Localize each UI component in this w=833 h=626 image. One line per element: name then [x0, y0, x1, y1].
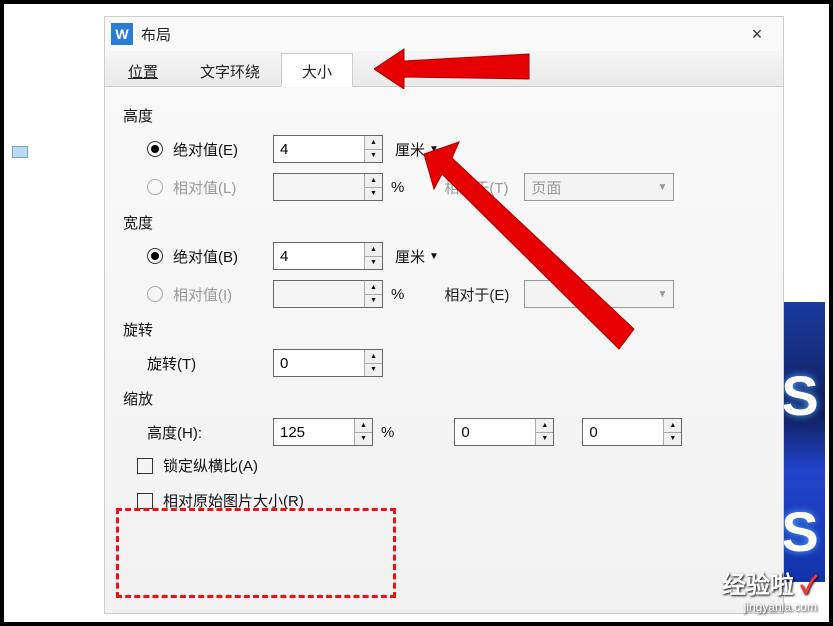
spin-up-icon[interactable]: ▲ — [536, 419, 553, 433]
spin-down-icon[interactable]: ▼ — [365, 150, 382, 163]
tab-text-wrap[interactable]: 文字环绕 — [179, 53, 281, 86]
width-absolute-row: 绝对值(B) ▲▼ 厘米 ▼ — [123, 241, 765, 271]
dialog-title: 布局 — [141, 24, 171, 45]
spin-up-icon[interactable]: ▲ — [365, 350, 382, 364]
rotate-group-label: 旋转 — [123, 319, 765, 340]
spin-up-icon[interactable]: ▲ — [365, 281, 382, 295]
height-relative-spinner[interactable]: ▲▼ — [273, 173, 383, 201]
height-absolute-label: 绝对值(E) — [173, 139, 273, 160]
tab-bar: 位置 文字环绕 大小 — [105, 51, 783, 87]
width-relative-input — [274, 281, 364, 307]
spin-up-icon[interactable]: ▲ — [355, 419, 372, 433]
scale-field2-spinner[interactable]: ▲▼ — [454, 418, 554, 446]
spin-down-icon[interactable]: ▼ — [365, 257, 382, 270]
height-relativeto-value: 页面 — [531, 177, 561, 198]
spin-down-icon[interactable]: ▼ — [365, 364, 382, 377]
height-unit-dropdown[interactable]: 厘米 ▼ — [391, 137, 443, 162]
spin-up-icon[interactable]: ▲ — [365, 243, 382, 257]
spin-down-icon[interactable]: ▼ — [365, 188, 382, 201]
spin-up-icon[interactable]: ▲ — [365, 136, 382, 150]
lock-aspect-label: 锁定纵横比(A) — [163, 455, 258, 476]
watermark: 经验啦 ✓ jingyanla.com — [722, 565, 817, 614]
scale-field3-input[interactable] — [583, 419, 663, 445]
width-relative-unit: % — [391, 286, 404, 303]
scale-height-unit: % — [381, 424, 394, 441]
spin-up-icon[interactable]: ▲ — [365, 174, 382, 188]
watermark-text: 经验啦 ✓ — [722, 565, 817, 600]
width-absolute-spinner[interactable]: ▲▼ — [273, 242, 383, 270]
height-relativeto-label: 相对于(T) — [444, 177, 524, 198]
width-relativeto-label: 相对于(E) — [444, 284, 524, 305]
relative-original-checkbox[interactable] — [137, 493, 153, 509]
tab-position[interactable]: 位置 — [107, 53, 179, 86]
lock-aspect-checkbox[interactable] — [137, 458, 153, 474]
height-relativeto-combo[interactable]: 页面 ▼ — [524, 173, 674, 201]
width-group-label: 宽度 — [123, 212, 765, 233]
spin-down-icon[interactable]: ▼ — [365, 295, 382, 308]
width-absolute-radio[interactable] — [147, 248, 163, 264]
scale-group-label: 缩放 — [123, 388, 765, 409]
width-absolute-input[interactable] — [274, 243, 364, 269]
width-relative-spinner[interactable]: ▲▼ — [273, 280, 383, 308]
titlebar: W 布局 × — [105, 17, 783, 51]
scale-field3-spinner[interactable]: ▲▼ — [582, 418, 682, 446]
width-relative-row: 相对值(I) ▲▼ % 相对于(E) ▼ — [123, 279, 765, 309]
caret-down-icon: ▼ — [429, 144, 439, 155]
dialog-content: 高度 绝对值(E) ▲▼ 厘米 ▼ 相对值(L) ▲▼ % 相对于(T) 页面 — [105, 87, 783, 511]
caret-down-icon: ▼ — [657, 182, 667, 193]
close-button[interactable]: × — [737, 17, 777, 51]
height-group-label: 高度 — [123, 105, 765, 126]
background-page-icon — [12, 146, 28, 158]
layout-dialog: W 布局 × 位置 文字环绕 大小 高度 绝对值(E) ▲▼ 厘米 ▼ 相对值(… — [104, 16, 784, 614]
caret-down-icon: ▼ — [657, 289, 667, 300]
scale-field2-input[interactable] — [455, 419, 535, 445]
width-relative-label: 相对值(I) — [173, 284, 273, 305]
height-absolute-spinner[interactable]: ▲▼ — [273, 135, 383, 163]
rotate-field-label: 旋转(T) — [147, 353, 273, 374]
width-absolute-label: 绝对值(B) — [173, 246, 273, 267]
height-relative-unit: % — [391, 179, 404, 196]
width-unit-dropdown[interactable]: 厘米 ▼ — [391, 244, 443, 269]
caret-down-icon: ▼ — [429, 251, 439, 262]
height-absolute-input[interactable] — [274, 136, 364, 162]
rotate-input[interactable] — [274, 350, 364, 376]
spin-down-icon[interactable]: ▼ — [536, 433, 553, 446]
height-absolute-radio[interactable] — [147, 141, 163, 157]
height-relative-radio[interactable] — [147, 179, 163, 195]
scale-height-spinner[interactable]: ▲▼ — [273, 418, 373, 446]
lock-aspect-row: 锁定纵横比(A) — [123, 455, 765, 476]
tab-size[interactable]: 大小 — [281, 53, 353, 87]
spin-up-icon[interactable]: ▲ — [664, 419, 681, 433]
scale-height-label: 高度(H): — [147, 422, 273, 443]
width-relativeto-combo[interactable]: ▼ — [524, 280, 674, 308]
scale-row: 高度(H): ▲▼ % ▲▼ ▲▼ — [123, 417, 765, 447]
height-relative-label: 相对值(L) — [173, 177, 273, 198]
scale-height-input[interactable] — [274, 419, 354, 445]
width-unit-label: 厘米 — [395, 246, 425, 267]
rotate-spinner[interactable]: ▲▼ — [273, 349, 383, 377]
width-relative-radio[interactable] — [147, 286, 163, 302]
spin-down-icon[interactable]: ▼ — [664, 433, 681, 446]
relative-original-row: 相对原始图片大小(R) — [123, 490, 765, 511]
check-icon: ✓ — [801, 572, 817, 599]
app-icon: W — [111, 23, 133, 45]
watermark-url: jingyanla.com — [722, 600, 817, 614]
height-unit-label: 厘米 — [395, 139, 425, 160]
relative-original-label: 相对原始图片大小(R) — [163, 490, 304, 511]
spin-down-icon[interactable]: ▼ — [355, 433, 372, 446]
height-relative-input — [274, 174, 364, 200]
height-absolute-row: 绝对值(E) ▲▼ 厘米 ▼ — [123, 134, 765, 164]
rotate-row: 旋转(T) ▲▼ — [123, 348, 765, 378]
height-relative-row: 相对值(L) ▲▼ % 相对于(T) 页面 ▼ — [123, 172, 765, 202]
